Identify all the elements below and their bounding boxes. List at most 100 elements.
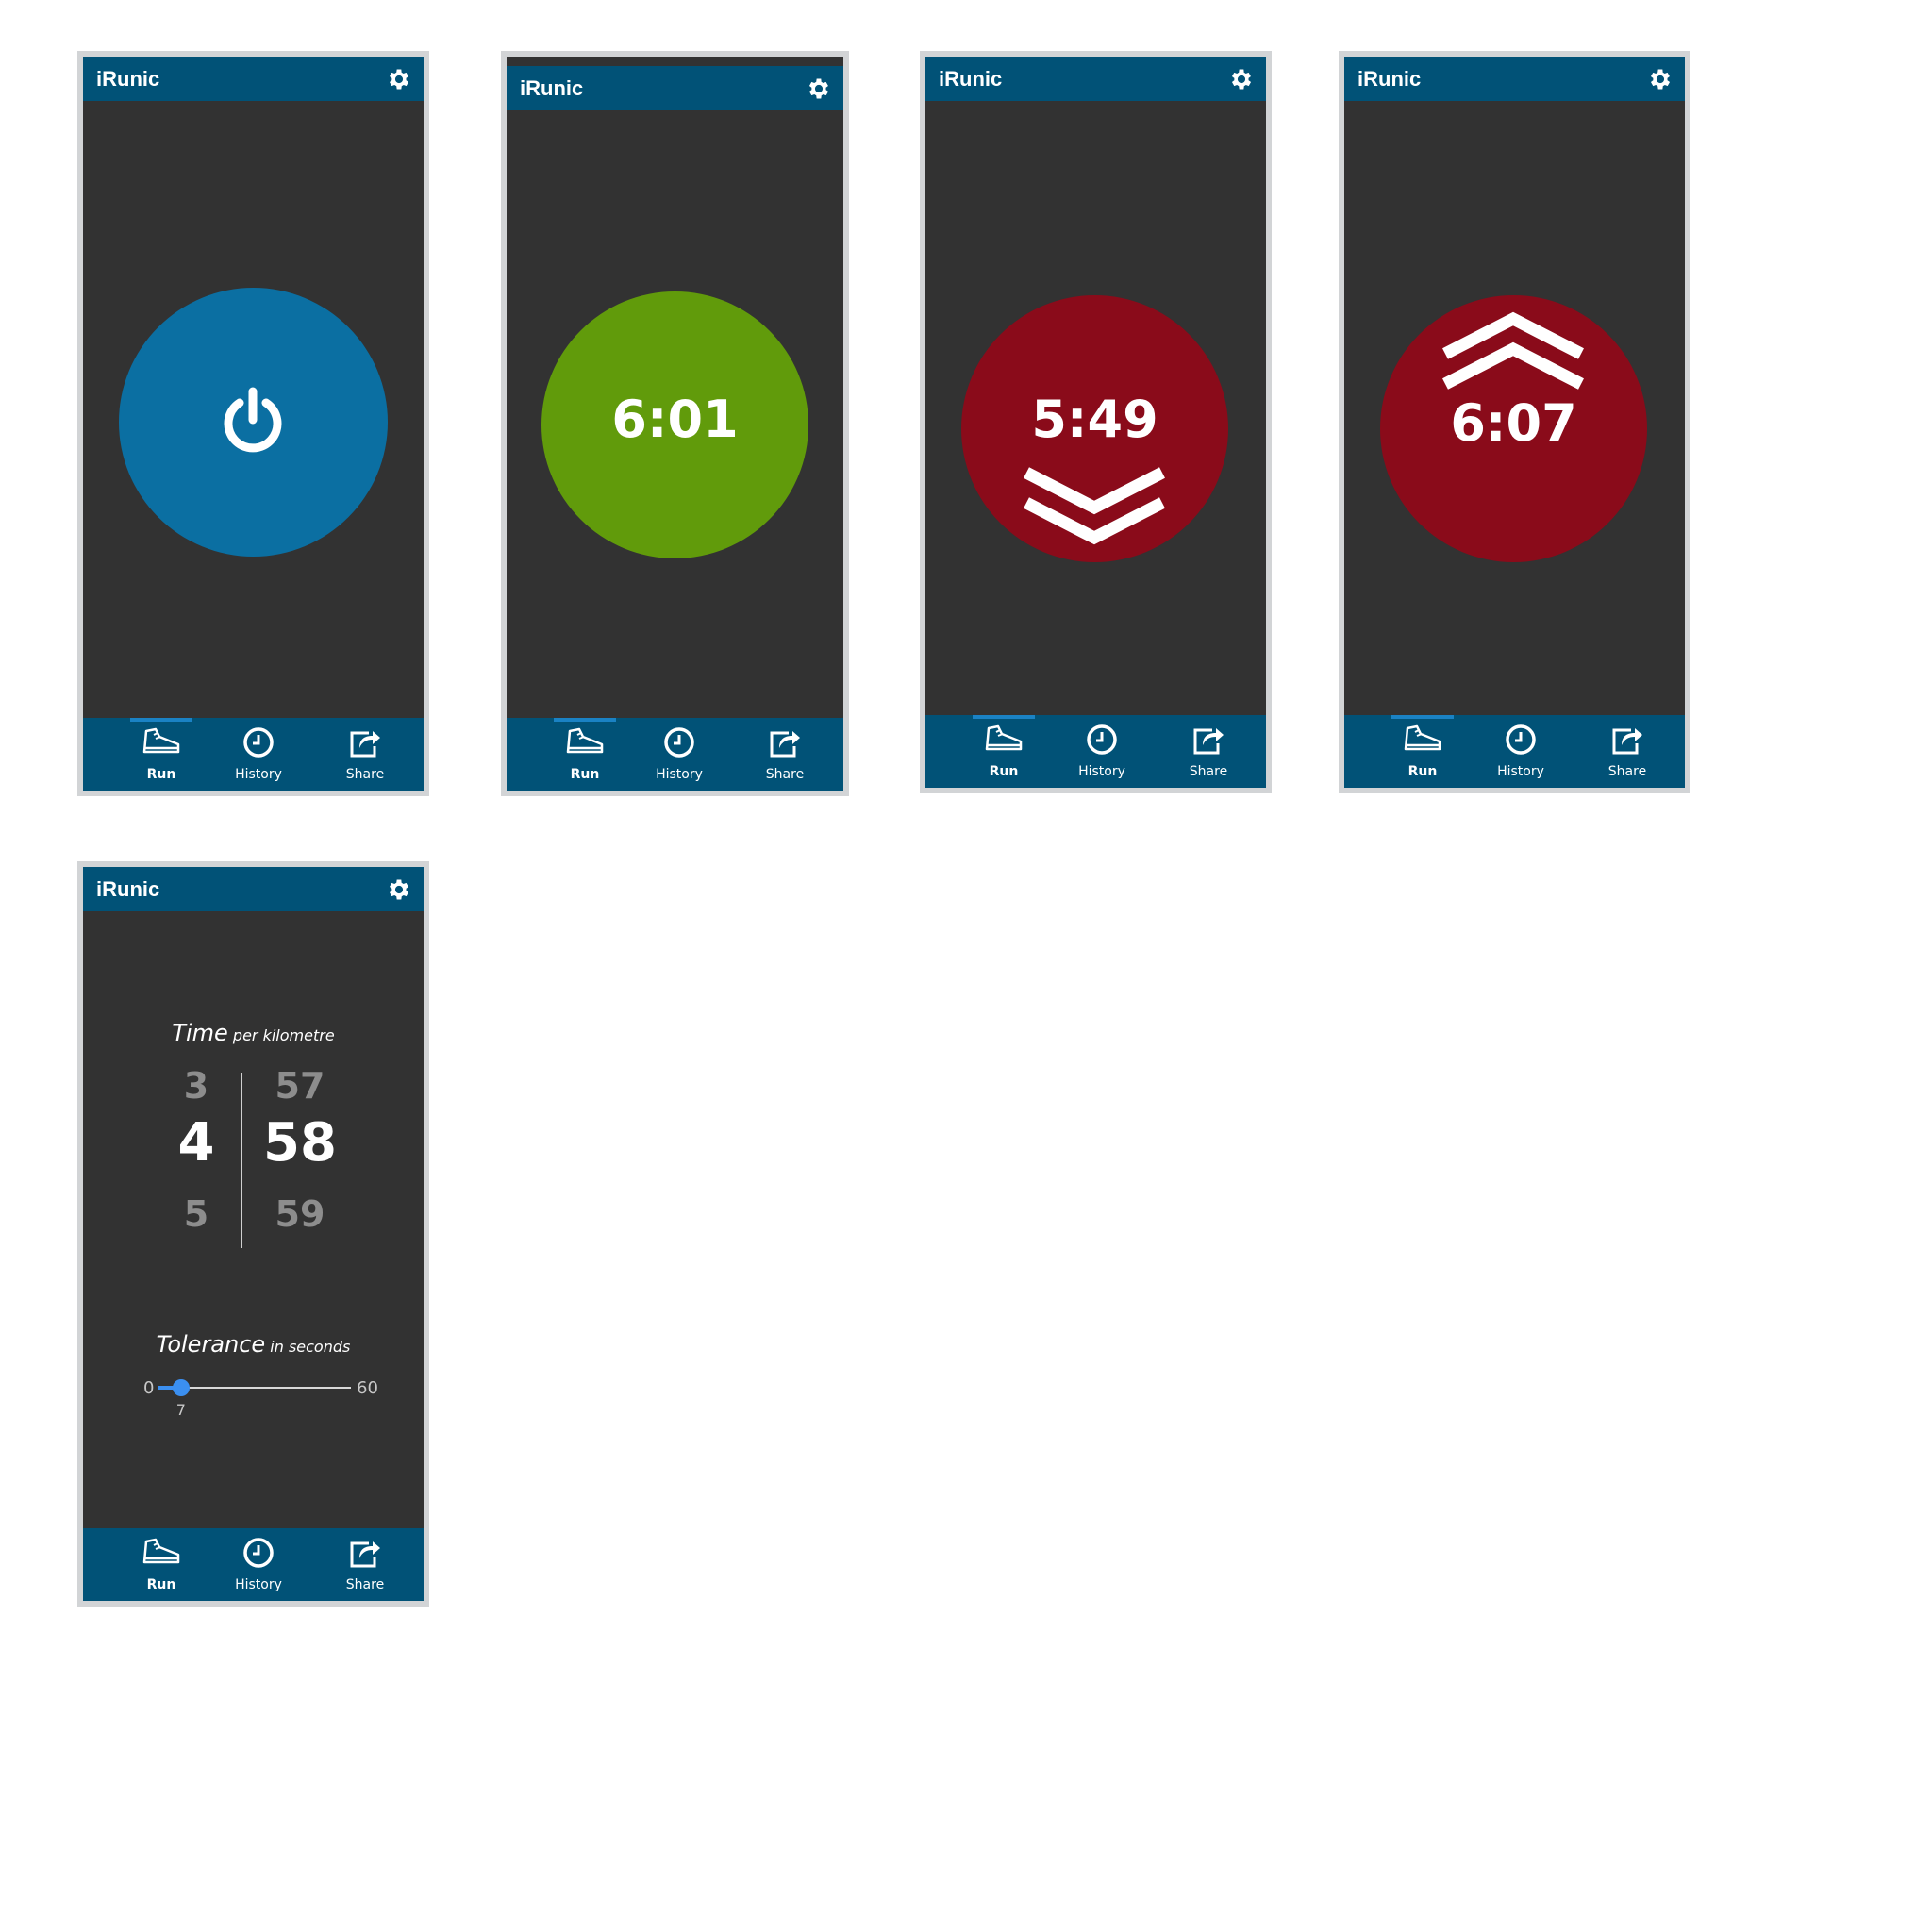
- screen: iRunic 6:07 Run History Share: [1344, 57, 1685, 788]
- tolerance-min-label: 0: [143, 1378, 155, 1398]
- screen: iRunic Time per kilometre 3 4 5 57 58 59…: [83, 867, 424, 1601]
- shoe-icon: [1404, 724, 1441, 751]
- phone-settings-screen: iRunic Time per kilometre 3 4 5 57 58 59…: [77, 861, 429, 1607]
- tab-run[interactable]: Run: [119, 718, 204, 791]
- active-tab-indicator: [554, 718, 616, 722]
- seconds-selected[interactable]: 58: [253, 1112, 347, 1174]
- tolerance-value-label: 7: [175, 1401, 186, 1419]
- minutes-next[interactable]: 5: [158, 1193, 234, 1235]
- app-title: iRunic: [520, 76, 584, 100]
- phone-slow-down-screen: iRunic 5:49 Run History Share: [920, 51, 1272, 793]
- app-header: iRunic: [1344, 57, 1685, 101]
- tab-history[interactable]: History: [216, 718, 301, 791]
- shoe-icon: [142, 1538, 180, 1564]
- gear-icon[interactable]: [386, 66, 412, 92]
- tab-bar: Run History Share: [507, 718, 843, 791]
- tab-run-label: Run: [989, 764, 1019, 779]
- shoe-icon: [142, 727, 180, 754]
- picker-divider: [241, 1073, 242, 1248]
- gear-icon[interactable]: [1228, 66, 1255, 92]
- app-title: iRunic: [96, 877, 160, 901]
- minutes-picker[interactable]: 3 4 5: [158, 1065, 234, 1254]
- tab-share[interactable]: Share: [1585, 715, 1670, 788]
- active-tab-indicator: [130, 718, 192, 722]
- share-icon: [770, 731, 800, 758]
- pace-time: 6:01: [611, 390, 739, 449]
- minutes-selected[interactable]: 4: [158, 1112, 234, 1174]
- share-icon: [350, 1541, 380, 1568]
- tolerance-slider[interactable]: [158, 1374, 351, 1401]
- pace-time: 6:07: [1450, 393, 1577, 453]
- speed-up-chevron-icon: [1442, 311, 1584, 390]
- tab-history[interactable]: History: [637, 718, 722, 791]
- tab-run[interactable]: Run: [961, 715, 1046, 788]
- tab-run-label: Run: [146, 1577, 176, 1592]
- screen: iRunic 5:49 Run History Share: [925, 57, 1266, 788]
- gear-icon[interactable]: [1647, 66, 1674, 92]
- tolerance-label: Tolerance: [156, 1331, 266, 1357]
- screen: iRunic Run History Share: [83, 57, 424, 791]
- clock-icon: [1087, 724, 1117, 755]
- tab-history-label: History: [1497, 764, 1544, 779]
- screen: iRunic 6:01 Run History Share: [507, 57, 843, 791]
- slider-thumb[interactable]: [172, 1379, 190, 1396]
- app-header: iRunic: [83, 867, 424, 911]
- pace-indicator[interactable]: 6:01: [541, 291, 808, 558]
- tab-share-label: Share: [345, 1577, 385, 1592]
- tab-share-label: Share: [345, 767, 385, 782]
- tab-run[interactable]: Run: [119, 1528, 204, 1601]
- power-icon: [224, 387, 282, 453]
- pace-indicator[interactable]: 5:49: [961, 295, 1228, 562]
- gear-icon[interactable]: [386, 876, 412, 903]
- phone-start-screen: iRunic Run History Share: [77, 51, 429, 796]
- gear-icon[interactable]: [806, 75, 832, 102]
- phone-speed-up-screen: iRunic 6:07 Run History Share: [1339, 51, 1690, 793]
- tab-share-label: Share: [765, 767, 805, 782]
- tab-history-label: History: [1078, 764, 1125, 779]
- tab-share-label: Share: [1607, 764, 1647, 779]
- active-tab-indicator: [1391, 715, 1454, 719]
- time-unit-label: per kilometre: [232, 1026, 335, 1044]
- tab-share[interactable]: Share: [323, 718, 408, 791]
- tolerance-heading: Tolerance in seconds: [83, 1331, 424, 1357]
- app-title: iRunic: [939, 67, 1003, 91]
- share-icon: [1612, 728, 1642, 755]
- app-header: iRunic: [83, 57, 424, 101]
- clock-icon: [243, 727, 274, 758]
- app-title: iRunic: [96, 67, 160, 91]
- tab-share-label: Share: [1189, 764, 1228, 779]
- tab-bar: Run History Share: [925, 715, 1266, 788]
- active-tab-indicator: [973, 715, 1035, 719]
- tab-history-label: History: [235, 767, 282, 782]
- minutes-prev[interactable]: 3: [158, 1065, 234, 1107]
- seconds-next[interactable]: 59: [253, 1193, 347, 1235]
- tab-run[interactable]: Run: [542, 718, 627, 791]
- tab-history[interactable]: History: [1478, 715, 1563, 788]
- clock-icon: [1506, 724, 1536, 755]
- tab-bar: Run History Share: [83, 1528, 424, 1601]
- time-heading: Time per kilometre: [83, 1020, 424, 1046]
- tab-run-label: Run: [1407, 764, 1438, 779]
- tab-run[interactable]: Run: [1380, 715, 1465, 788]
- slow-down-chevron-icon: [1024, 467, 1165, 545]
- app-title: iRunic: [1357, 67, 1422, 91]
- tab-share[interactable]: Share: [1166, 715, 1251, 788]
- tab-history[interactable]: History: [216, 1528, 301, 1601]
- tab-share[interactable]: Share: [323, 1528, 408, 1601]
- tolerance-max-label: 60: [357, 1378, 378, 1398]
- shoe-icon: [566, 727, 604, 754]
- tab-share[interactable]: Share: [742, 718, 827, 791]
- tolerance-unit-label: in seconds: [270, 1338, 351, 1356]
- seconds-prev[interactable]: 57: [253, 1065, 347, 1107]
- tab-run-label: Run: [570, 767, 600, 782]
- tab-history[interactable]: History: [1059, 715, 1144, 788]
- tab-history-label: History: [235, 1577, 282, 1592]
- pace-indicator[interactable]: 6:07: [1380, 295, 1647, 562]
- app-header: iRunic: [507, 66, 843, 110]
- app-header: iRunic: [925, 57, 1266, 101]
- start-button[interactable]: [119, 288, 388, 557]
- clock-icon: [243, 1538, 274, 1568]
- seconds-picker[interactable]: 57 58 59: [253, 1065, 347, 1254]
- share-icon: [350, 731, 380, 758]
- tab-run-label: Run: [146, 767, 176, 782]
